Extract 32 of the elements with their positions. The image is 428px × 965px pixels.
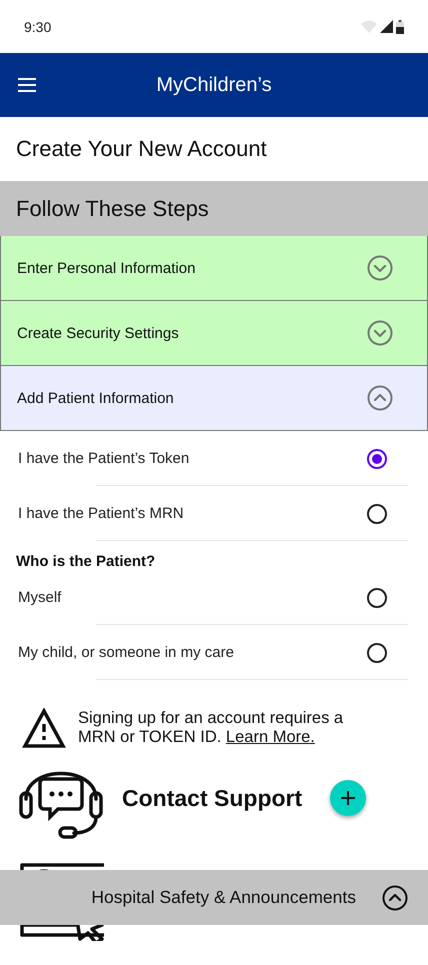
option-label: I have the Patient’s MRN: [18, 505, 184, 522]
menu-icon[interactable]: [18, 78, 36, 92]
radio-button[interactable]: [366, 642, 388, 664]
option-label: My child, or someone in my care: [18, 644, 234, 661]
steps-header: Follow These Steps: [0, 181, 428, 236]
option-label: Myself: [18, 589, 62, 606]
step-label: Enter Personal Information: [17, 260, 196, 276]
step-header[interactable]: Add Patient Information: [0, 366, 428, 431]
learn-more-link[interactable]: Learn More.: [226, 728, 315, 746]
plus-icon: [340, 790, 356, 806]
wifi-icon: [361, 20, 377, 33]
clock-time: 9:30: [24, 18, 52, 34]
question-label: Who is the Patient?: [15, 552, 156, 570]
step-label: Create Security Settings: [17, 324, 179, 342]
radio-button[interactable]: [366, 586, 388, 608]
step-header[interactable]: Create Security Settings: [0, 301, 428, 366]
step-header[interactable]: Enter Personal Information: [0, 236, 428, 301]
signal-icon: [380, 20, 393, 33]
add-button[interactable]: [330, 780, 366, 816]
page-title: Create Your New Account: [16, 136, 267, 162]
radio-button[interactable]: [366, 502, 388, 524]
notice-text: Signing up for an account requires a MRN or TOKEN ID. Learn More.: [78, 709, 344, 747]
step-label: Add Patient Information: [17, 390, 174, 406]
option-label: I have the Patient’s Token: [18, 450, 190, 467]
battery-icon: [396, 20, 404, 34]
radio-button[interactable]: [366, 448, 388, 470]
app-title: MyChildren’s: [155, 74, 273, 96]
action-label[interactable]: Contact Support: [104, 784, 330, 812]
warning-icon: [22, 708, 66, 748]
chevron-icon[interactable]: [382, 884, 408, 910]
bottom-bar-label: Hospital Safety & Announcements: [91, 887, 356, 908]
bottom-bar[interactable]: Hospital Safety & Announcements: [0, 870, 428, 925]
